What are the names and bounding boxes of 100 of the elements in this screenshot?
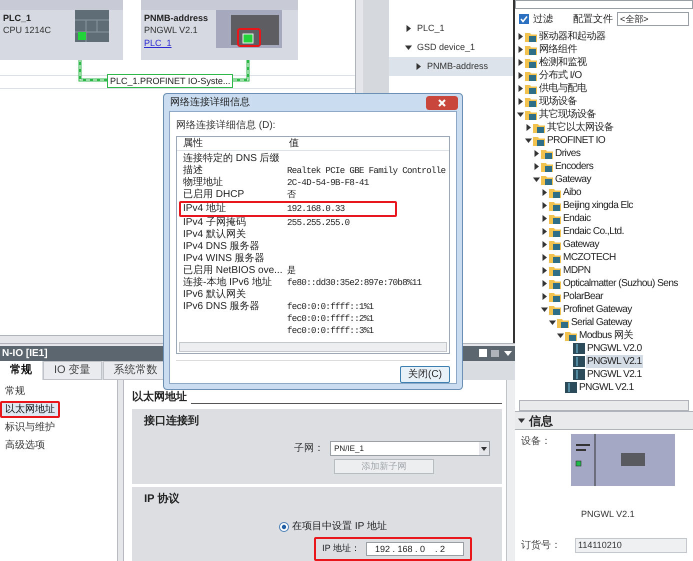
tree-item[interactable]: PROFINET IO (515, 134, 693, 147)
tree-item[interactable]: 网络组件 (515, 43, 693, 56)
expanded-arrow-icon[interactable] (517, 111, 524, 118)
filter-label: 过滤 (533, 12, 553, 26)
column-header[interactable]: 值 (287, 136, 449, 151)
property-cell-text: IPv4 WINS 服务器 (182, 253, 266, 264)
tree-item[interactable]: Modbus 网关 (515, 329, 693, 342)
tree-item[interactable]: PNGWL V2.1 (515, 368, 693, 381)
tree-item[interactable]: Profinet Gateway (515, 303, 693, 316)
radio-button[interactable] (279, 522, 290, 532)
tree-item[interactable]: PNGWL V2.1 (515, 381, 693, 394)
folder-icon (565, 330, 577, 340)
tree-item[interactable]: Aibo (515, 186, 693, 199)
close-button[interactable] (426, 96, 458, 110)
tree-item[interactable]: GSD device_1 (389, 38, 513, 57)
folder-icon (525, 70, 537, 80)
value-cell: Realtek PCIe GBE Family Controlle (287, 166, 446, 176)
horizontal-scrollbar[interactable] (179, 342, 447, 352)
folder-icon (549, 226, 561, 236)
device-type: PNGWL V2.1 (144, 24, 198, 37)
tree-item[interactable]: PNGWL V2.1 (515, 355, 693, 368)
tree-item[interactable]: Beijing xingda Elc (515, 199, 693, 212)
device-icon (573, 343, 585, 354)
search-field[interactable] (515, 0, 693, 9)
close-icon (438, 98, 446, 106)
tree-item[interactable]: Gateway (515, 173, 693, 186)
field-label: 子网： (294, 442, 324, 456)
section-title: 接口连接到 (144, 414, 200, 428)
plc-link[interactable]: PLC_1 (144, 37, 172, 50)
folder-icon (525, 32, 537, 42)
profile-dropdown[interactable]: <全部> (617, 12, 689, 26)
expanded-arrow-icon[interactable] (518, 417, 525, 424)
property-cell-text: 已启用 NetBIOS ove... (182, 265, 284, 276)
vertical-scrollbar[interactable] (506, 380, 515, 561)
filter-checkbox[interactable] (519, 14, 529, 24)
close-dialog-button[interactable]: 关闭(C) (400, 366, 450, 383)
expanded-arrow-icon[interactable] (533, 176, 540, 183)
tree-item[interactable]: 其它现场设备 (515, 108, 693, 121)
folder-icon (541, 174, 553, 184)
panel-title: N-IO [IE1] (2, 346, 48, 360)
tab[interactable]: 常规 (0, 360, 42, 380)
tree-item[interactable]: Opticalmatter (Suzhou) Sens (515, 277, 693, 290)
field-label: 设备： (521, 435, 551, 449)
tree-item[interactable]: Serial Gateway (515, 316, 693, 329)
value-cell: 2C-4D-54-9B-F8-41 (287, 178, 369, 188)
value-cell: fe80::dd30:35e2:897e:70b8%11 (287, 278, 422, 288)
nav-item[interactable]: 高级选项 (0, 436, 50, 454)
expanded-arrow-icon[interactable] (525, 137, 532, 144)
order-number-field: 114110210 (575, 538, 687, 552)
tree-item[interactable]: Gateway (515, 238, 693, 251)
nav-item[interactable]: 常规 (0, 382, 30, 400)
nav-item[interactable]: 标识与维护 (0, 418, 60, 436)
ip-address-field[interactable]: 192 . 168 . 0 . 2 (366, 542, 464, 556)
tab[interactable]: IO 变量 (43, 360, 102, 380)
tree-item[interactable]: PNGWL V2.0 (515, 342, 693, 355)
tree-item[interactable]: MCZOTECH (515, 251, 693, 264)
device-icon (565, 382, 577, 393)
tree-item[interactable]: Drives (515, 147, 693, 160)
tree-item[interactable]: PolarBear (515, 290, 693, 303)
property-cell-text: IPv4 DNS 服务器 (182, 241, 261, 253)
tree-item[interactable]: 供电与配电 (515, 82, 693, 95)
folder-icon (549, 240, 561, 250)
tree-item[interactable]: Endaic (515, 212, 693, 225)
tree-item[interactable]: 其它以太网设备 (515, 121, 693, 134)
property-cell-text: 描述 (182, 165, 204, 176)
tree-item[interactable]: PNMB-address (389, 57, 513, 76)
column-header[interactable]: 属性 (177, 136, 287, 151)
subnet-dropdown[interactable]: PN/IE_1 (330, 441, 490, 456)
list-caption: 网络连接详细信息 (D): (176, 118, 276, 133)
property-cell-text: IPv6 默认网关 (182, 289, 247, 301)
value-cell: 192.168.0.33 (287, 204, 345, 214)
tree-item[interactable]: 现场设备 (515, 95, 693, 108)
folder-icon (549, 292, 561, 302)
tree-item[interactable]: MDPN (515, 264, 693, 277)
folder-icon (549, 188, 561, 198)
collapsed-arrow-icon[interactable] (525, 124, 532, 131)
collapsed-arrow-icon[interactable] (415, 63, 422, 70)
section-title: IP 协议 (144, 492, 180, 506)
radio-label: 在项目中设置 IP 地址 (292, 520, 387, 534)
device-icon (573, 369, 585, 380)
tree-item[interactable]: Encoders (515, 160, 693, 173)
info-header[interactable]: 信息 (515, 411, 693, 430)
tree-item[interactable]: PLC_1 (389, 19, 513, 38)
property-cell-text: IPv4 默认网关 (182, 229, 247, 241)
tree-item[interactable]: 分布式 I/O (515, 69, 693, 82)
tree-item[interactable]: Endaic Co.,Ltd. (515, 225, 693, 238)
nav-item[interactable]: 以太网地址 (0, 400, 60, 418)
collapsed-arrow-icon[interactable] (405, 25, 412, 32)
field-label: 订货号： (521, 538, 561, 552)
dialog-title: 网络连接详细信息 (170, 96, 250, 110)
tree-item[interactable]: 驱动器和起动器 (515, 30, 693, 43)
value-cell: 是 (287, 266, 296, 276)
expanded-arrow-icon[interactable] (405, 44, 412, 51)
property-cell-text: 连接特定的 DNS 后缀 (182, 153, 281, 164)
horizontal-scrollbar[interactable] (519, 400, 689, 411)
folder-icon (549, 304, 561, 314)
window-controls-icon[interactable] (479, 349, 513, 357)
tree-item[interactable]: 检测和监视 (515, 56, 693, 69)
value-cell: 否 (287, 190, 296, 200)
property-cell-text: 连接-本地 IPv6 地址 (182, 277, 273, 288)
